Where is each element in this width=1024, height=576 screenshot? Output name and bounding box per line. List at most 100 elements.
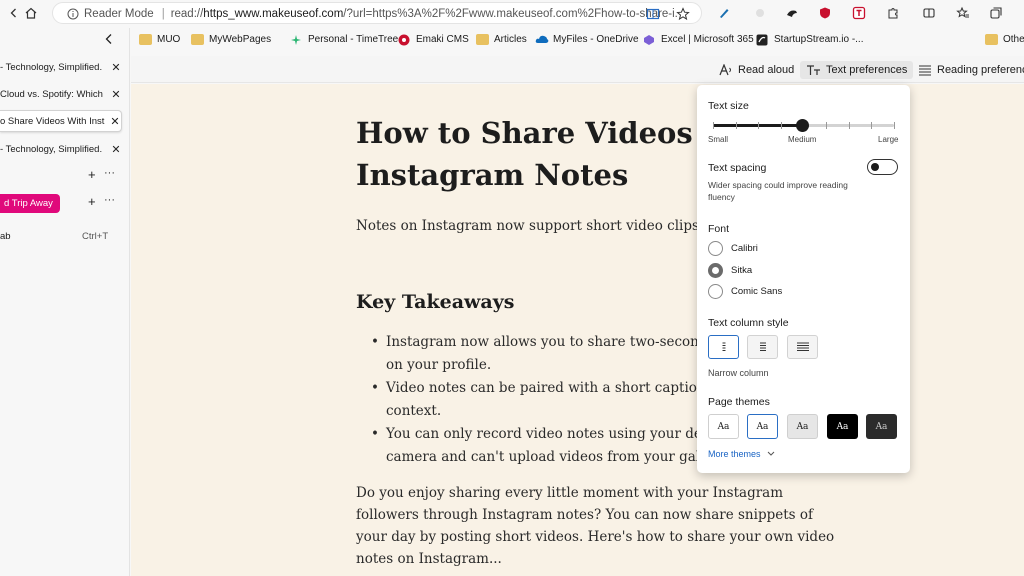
new-tab-item[interactable]: ab Ctrl+T [0, 226, 122, 246]
url-prefix: read:// [170, 8, 204, 20]
close-icon[interactable]: ✕ [110, 88, 122, 101]
startupstream-icon [756, 34, 769, 45]
text-size-small-label: Small [708, 135, 729, 144]
pen-extension-icon[interactable] [714, 3, 734, 23]
text-size-slider[interactable] [713, 119, 895, 132]
favorite-mywebpages[interactable]: MyWebPages [191, 31, 271, 47]
favorite-other[interactable]: Othe [985, 31, 1024, 47]
column-style-selected-label: Narrow column [708, 368, 769, 378]
folder-icon [985, 33, 998, 45]
close-icon[interactable]: ✕ [110, 143, 122, 156]
new-tab-shortcut: Ctrl+T [82, 230, 109, 242]
slider-tick [848, 122, 850, 129]
immersive-reader-icon[interactable] [643, 4, 663, 24]
font-radio-sitka[interactable] [708, 263, 723, 278]
text-preferences-icon [807, 64, 820, 75]
address-row: Reader Mode | read://https_www.makeuseof… [0, 0, 1024, 26]
favorite-excel[interactable]: Excel | Microsoft 365 [643, 31, 754, 47]
group-options-icon[interactable]: ··· [104, 194, 115, 206]
bird-extension-icon[interactable] [782, 3, 802, 23]
onedrive-icon [535, 34, 549, 45]
favorites-bar: MUO MyWebPages Personal - TimeTree Emaki… [130, 28, 1024, 50]
extensions-icon[interactable] [883, 3, 903, 23]
takeaways-list: Instagram now allows you to share two-se… [371, 331, 751, 469]
shield-extension-icon[interactable] [815, 3, 835, 23]
wide-column-button[interactable] [787, 335, 818, 359]
favorite-label: Personal - TimeTree [308, 33, 399, 45]
add-to-group-icon[interactable]: + [88, 194, 96, 209]
narrow-column-icon [722, 342, 725, 351]
favorite-label: Othe [1003, 33, 1024, 45]
favorite-onedrive[interactable]: MyFiles - OneDrive [535, 31, 639, 47]
font-heading: Font [708, 223, 730, 235]
theme-selected-button[interactable]: Aa [747, 414, 778, 439]
home-icon[interactable] [21, 3, 41, 23]
text-size-slider-thumb[interactable] [795, 119, 809, 132]
theme-charcoal-button[interactable]: Aa [866, 414, 897, 439]
reading-preferences-button[interactable]: Reading preference [918, 61, 1024, 79]
favorite-muo[interactable]: MUO [139, 31, 180, 47]
close-icon[interactable]: ✕ [109, 115, 121, 128]
add-tab-icon[interactable]: + [88, 167, 96, 182]
vertical-tab[interactable]: Cloud vs. Spotify: Which ✕ [0, 84, 122, 104]
key-takeaways-heading: Key Takeaways [356, 291, 515, 313]
favorite-label: MyWebPages [209, 33, 272, 45]
theme-light-button[interactable]: Aa [708, 414, 739, 439]
chevron-down-icon [767, 451, 774, 456]
font-option-calibri: Calibri [731, 243, 758, 254]
read-aloud-button[interactable]: Read aloud [719, 61, 794, 79]
tab-group-label[interactable]: d Trip Away [0, 194, 60, 213]
timetree-icon [290, 34, 303, 45]
favorite-timetree[interactable]: Personal - TimeTree [290, 31, 398, 47]
t-extension-icon[interactable] [849, 3, 869, 23]
vertical-tab[interactable]: - Technology, Simplified. ✕ [0, 139, 122, 159]
folder-icon [139, 33, 152, 45]
favorite-label: MyFiles - OneDrive [553, 33, 639, 45]
favorite-label: Emaki CMS [416, 33, 469, 45]
text-preferences-button[interactable]: Text preferences [800, 61, 914, 79]
favorite-startupstream[interactable]: StartupStream.io -... [756, 31, 863, 47]
folder-icon [191, 33, 204, 45]
slider-tick [826, 122, 828, 129]
favorites-icon[interactable] [953, 3, 973, 23]
collapse-sidebar-icon[interactable] [104, 33, 114, 45]
narrow-column-button[interactable] [708, 335, 739, 359]
text-size-large-label: Large [878, 135, 899, 144]
slider-tick [758, 122, 760, 129]
info-icon[interactable] [67, 8, 79, 20]
font-radio-calibri[interactable] [708, 241, 723, 256]
favorite-emaki[interactable]: Emaki CMS [398, 31, 469, 47]
reading-preferences-icon [919, 64, 931, 76]
favorite-label: Excel | Microsoft 365 [661, 33, 754, 45]
favorite-star-icon[interactable] [673, 4, 693, 24]
more-themes-label: More themes [708, 449, 761, 459]
close-icon[interactable]: ✕ [110, 61, 122, 74]
disabled-extension-icon[interactable] [750, 3, 770, 23]
text-preferences-label: Text preferences [826, 64, 908, 76]
address-bar[interactable]: Reader Mode | read://https_www.makeuseof… [52, 2, 702, 24]
read-aloud-icon [719, 63, 731, 75]
collections-icon[interactable] [986, 3, 1006, 23]
text-size-medium-label: Medium [788, 135, 817, 144]
text-spacing-description: Wider spacing could improve reading flue… [708, 180, 848, 202]
text-preferences-panel: Text size Small Medium Large Text spacin… [697, 85, 910, 473]
slider-tick [871, 122, 873, 129]
page-themes-heading: Page themes [708, 396, 770, 408]
font-radio-comic-sans[interactable] [708, 284, 723, 299]
emaki-icon [398, 34, 411, 45]
favorite-articles[interactable]: Articles [476, 31, 527, 47]
split-screen-icon[interactable] [919, 3, 939, 23]
vertical-tab[interactable]: - Technology, Simplified. ✕ [0, 57, 122, 77]
more-options-icon[interactable]: ··· [104, 167, 115, 179]
medium-column-button[interactable] [747, 335, 778, 359]
slider-tick [713, 122, 714, 129]
m365-icon [643, 34, 656, 45]
text-spacing-toggle[interactable] [867, 159, 898, 175]
more-themes-link[interactable]: More themes [708, 449, 775, 459]
vertical-tab-active[interactable]: o Share Videos With Inst ✕ [0, 110, 122, 132]
url-field[interactable]: Reader Mode | read://https_www.makeuseof… [67, 3, 677, 25]
theme-dark-button[interactable]: Aa [827, 414, 858, 439]
list-item: Video notes can be paired with a short c… [371, 377, 751, 422]
url-rest: /?url=https%3A%2F%2Fwww.makeuseof.com%2F… [343, 8, 677, 20]
theme-gray-button[interactable]: Aa [787, 414, 818, 439]
